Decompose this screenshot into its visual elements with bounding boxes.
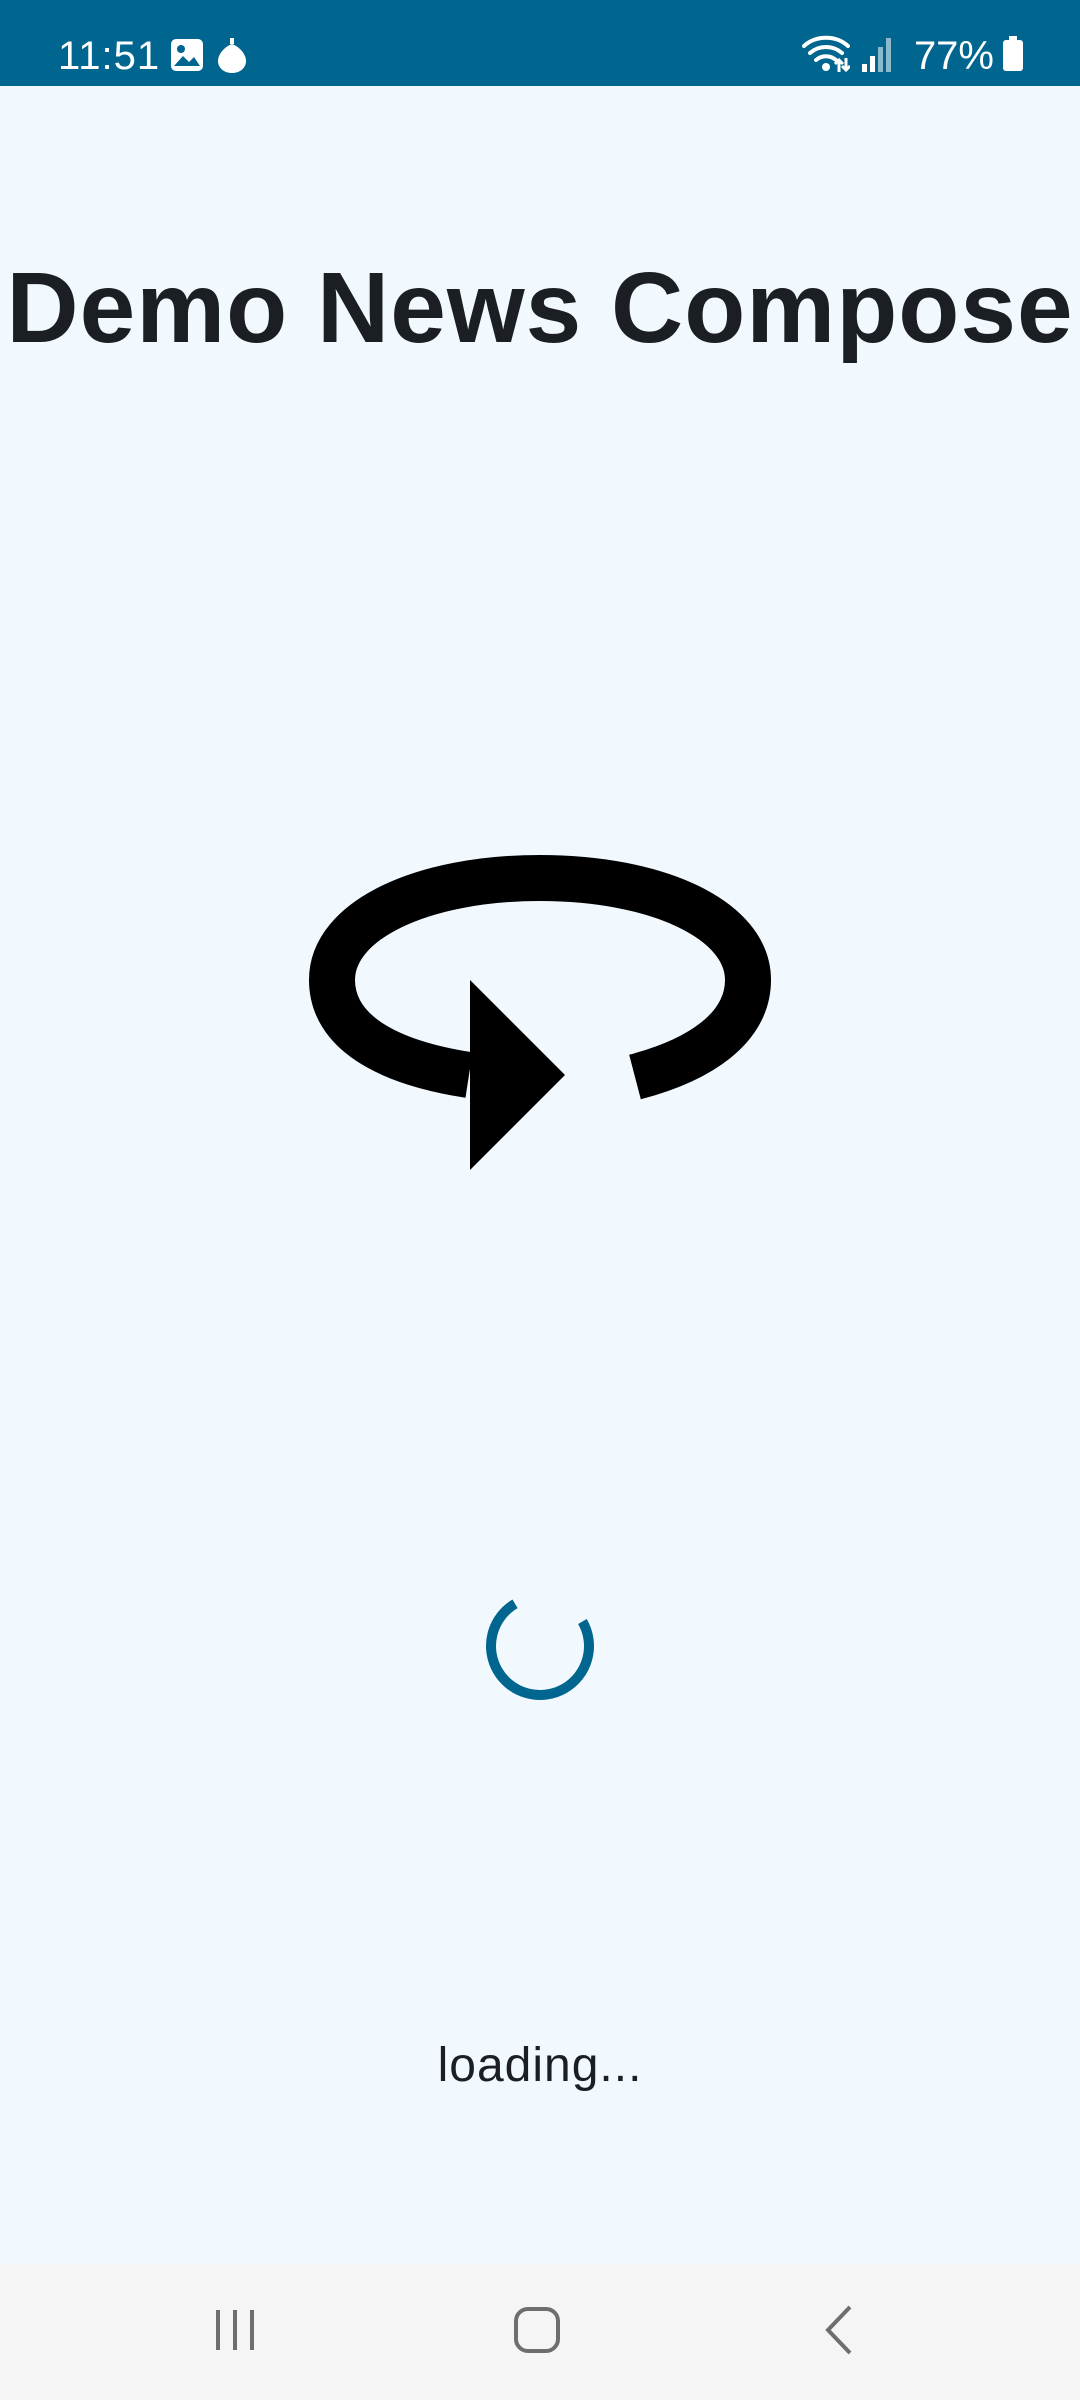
recent-apps-icon: [212, 2307, 258, 2358]
wifi-icon: [801, 34, 851, 79]
status-right-group: 77%: [801, 30, 1024, 82]
battery-percent: 77%: [913, 34, 994, 78]
page-title: Demo News Compose: [6, 252, 1074, 364]
status-bar: 11:51 77%: [0, 0, 1080, 86]
loading-spinner: [480, 1586, 600, 1711]
signal-icon: [860, 34, 894, 79]
back-button[interactable]: [780, 2282, 900, 2382]
navigation-bar: [0, 2264, 1080, 2400]
home-icon: [512, 2305, 562, 2360]
recent-apps-button[interactable]: [175, 2282, 295, 2382]
status-time: 11:51: [58, 34, 161, 78]
refresh-icon: [300, 854, 780, 1180]
home-button[interactable]: [477, 2282, 597, 2382]
image-icon: [170, 38, 204, 77]
loading-text: loading...: [437, 2039, 643, 2092]
back-icon: [820, 2304, 860, 2361]
notification-drop-icon: [216, 36, 248, 79]
battery-icon: [1002, 35, 1024, 77]
